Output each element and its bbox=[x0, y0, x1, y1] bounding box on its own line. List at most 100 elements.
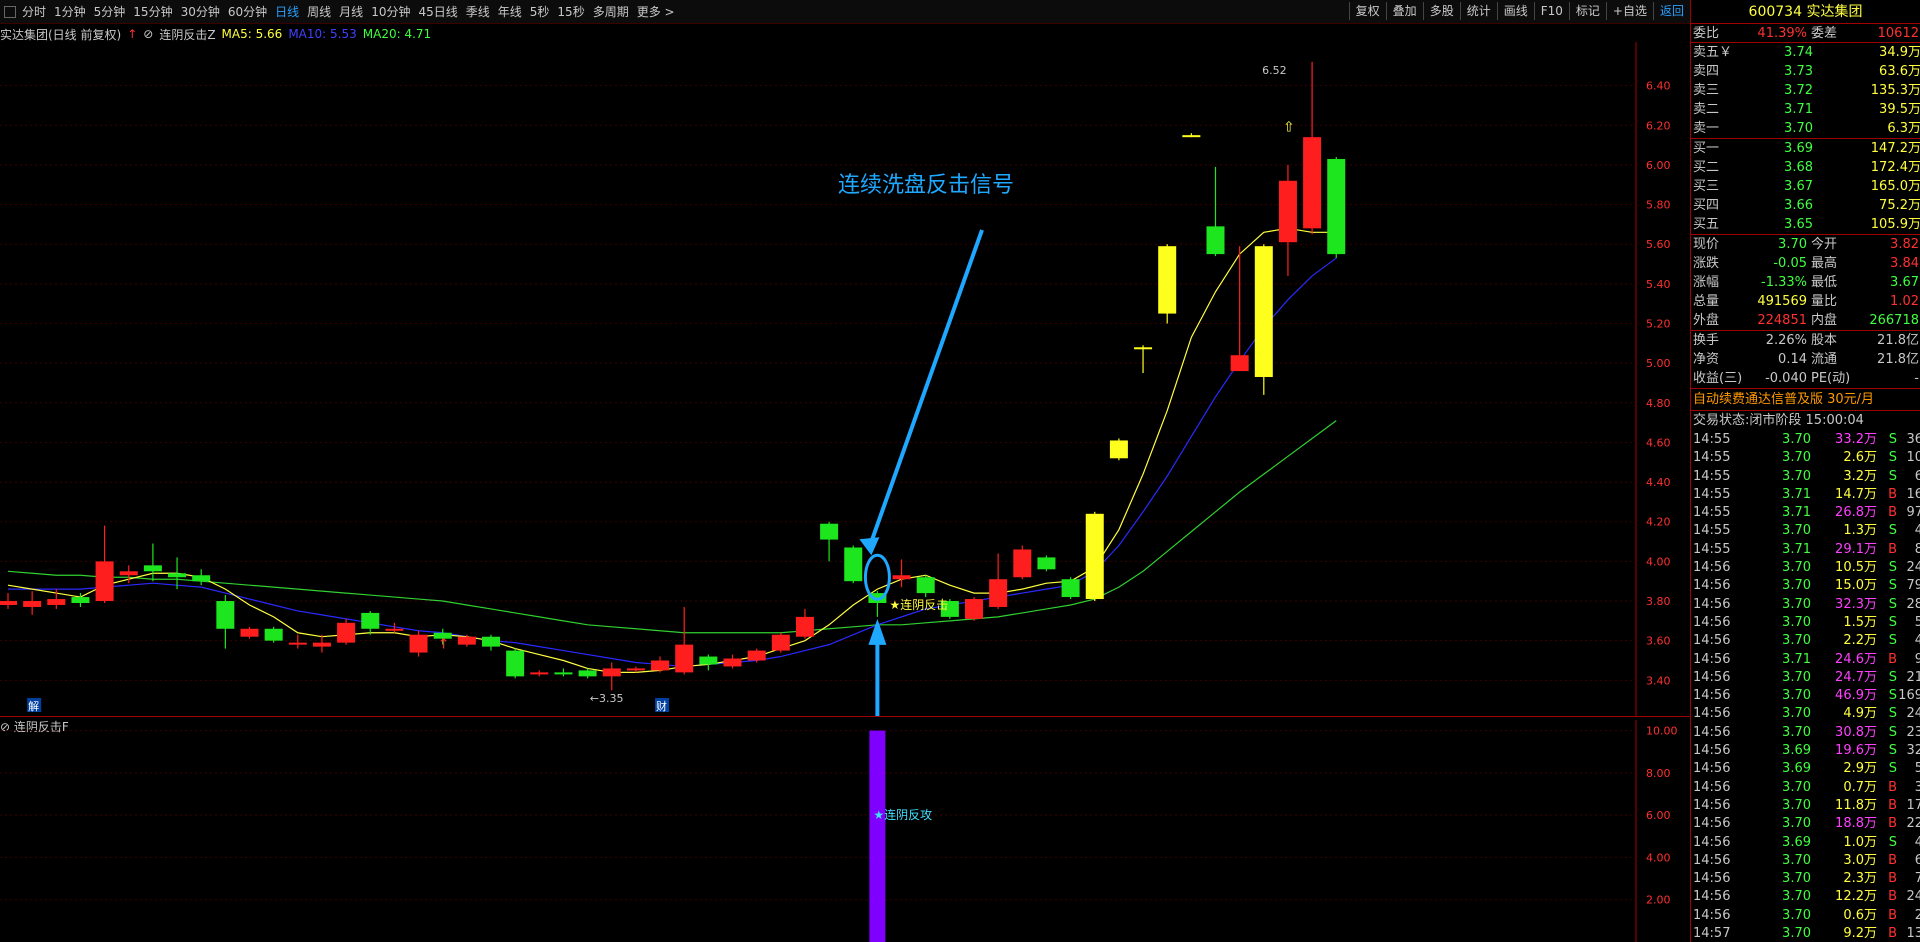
ask-row[interactable]: 卖一 3.70 6.3万 bbox=[1691, 119, 1920, 138]
tick-row[interactable]: 14:56 3.70 2.3万 B7 bbox=[1691, 870, 1920, 888]
tick-row[interactable]: 14:56 3.70 11.8万 B 17 bbox=[1691, 797, 1920, 815]
tick-volume: 2.3万 bbox=[1843, 871, 1877, 887]
quote-label: 最高 bbox=[1811, 256, 1838, 271]
tick-list[interactable]: 14:553.7033.2万S3614:553.702.6万S1014:553.… bbox=[1691, 431, 1920, 942]
tick-time: 14:56 bbox=[1693, 834, 1731, 850]
ask-volume: 135.3万 bbox=[1870, 83, 1920, 98]
timeframe-tab[interactable]: 日线 bbox=[271, 4, 303, 20]
toolbar-button[interactable]: 画线 bbox=[1496, 2, 1534, 20]
event-mark-label[interactable]: 解 bbox=[28, 699, 39, 713]
tick-row[interactable]: 14:56 3.70 24.7万 S 21 bbox=[1691, 669, 1920, 687]
timeframe-tab[interactable]: 45日线 bbox=[414, 4, 461, 20]
tick-row[interactable]: 14:55 3.71 26.8万 B 97 bbox=[1691, 504, 1920, 522]
tick-price: 3.70 bbox=[1782, 578, 1811, 594]
timeframe-tab[interactable]: 5秒 bbox=[526, 4, 554, 20]
tick-row[interactable]: 14:56 3.70 4.9万 S 24 bbox=[1691, 705, 1920, 723]
timeframe-tab[interactable]: 1分钟 bbox=[50, 4, 90, 20]
indicator-chart[interactable]: 10.00 8.00 6.00 4.00 2.00 ★连阴反攻 bbox=[0, 720, 1690, 942]
candlestick bbox=[1061, 577, 1080, 600]
promo-banner[interactable]: 自动续费通达信普及版 30元/月 bbox=[1691, 389, 1920, 411]
tick-row[interactable]: 14:56 3.70 12.2万 B 24 bbox=[1691, 888, 1920, 906]
quote-value: 1.02 bbox=[1890, 294, 1919, 309]
tick-row[interactable]: 14:56 3.70 32.3万 S 28 bbox=[1691, 596, 1920, 614]
tick-row[interactable]: 14:55 3.70 33.2万 S 36 bbox=[1691, 431, 1920, 449]
toolbar-button[interactable]: +自选 bbox=[1605, 2, 1653, 20]
ask-row[interactable]: 卖三 3.72 135.3万 bbox=[1691, 81, 1920, 100]
tick-row[interactable]: 14:55 3.70 3.2万 S6 bbox=[1691, 468, 1920, 486]
tick-row[interactable]: 14:56 3.70 18.8万 B 22 bbox=[1691, 815, 1920, 833]
tick-row[interactable]: 14:56 3.69 2.9万 S5 bbox=[1691, 760, 1920, 778]
tick-side: B bbox=[1888, 779, 1897, 795]
bid-row[interactable]: 买三 3.67 165.0万 bbox=[1691, 177, 1920, 196]
timeframe-tab[interactable]: 季线 bbox=[462, 4, 494, 20]
tick-volume: 2.6万 bbox=[1843, 450, 1877, 466]
menu-icon[interactable] bbox=[4, 6, 16, 18]
bid-row[interactable]: 买二 3.68 172.4万 bbox=[1691, 158, 1920, 177]
tick-row[interactable]: 14:55 3.71 29.1万 B8 bbox=[1691, 541, 1920, 559]
period-toolbar: 分时 1分钟 5分钟 15分钟 30分钟 60分钟 日线 周线 月线 10分钟 45日线 季线 年线 5秒… bbox=[0, 0, 1690, 24]
tick-row[interactable]: 14:56 3.70 0.7万 B3 bbox=[1691, 779, 1920, 797]
chart-header: 实达集团(日线 前复权) ↑ ⊘ 连阴反击Z MA5: 5.66 MA10: 5… bbox=[0, 26, 431, 42]
tick-time: 14:56 bbox=[1693, 889, 1731, 905]
candlestick bbox=[192, 569, 211, 586]
tick-row[interactable]: 14:56 3.70 46.9万 S169 bbox=[1691, 687, 1920, 705]
timeframe-tab[interactable]: 周线 bbox=[303, 4, 335, 20]
ask-row[interactable]: 卖二 3.71 39.5万 bbox=[1691, 100, 1920, 119]
timeframe-tab[interactable]: 年线 bbox=[494, 4, 526, 20]
y-tick-label: 4.40 bbox=[1646, 476, 1671, 489]
timeframe-tab[interactable]: 更多 > bbox=[633, 4, 679, 20]
candle-body bbox=[385, 628, 404, 631]
tick-side: S bbox=[1888, 669, 1897, 685]
tick-row[interactable]: 14:56 3.70 1.5万 S5 bbox=[1691, 614, 1920, 632]
tick-row[interactable]: 14:55 3.70 2.6万 S 10 bbox=[1691, 449, 1920, 467]
toolbar-button[interactable]: F10 bbox=[1533, 2, 1569, 20]
timeframe-tab[interactable]: 5分钟 bbox=[90, 4, 130, 20]
tick-row[interactable]: 14:56 3.71 24.6万 B9 bbox=[1691, 651, 1920, 669]
timeframe-tab[interactable]: 30分钟 bbox=[177, 4, 224, 20]
tick-row[interactable]: 14:56 3.70 3.0万 B6 bbox=[1691, 852, 1920, 870]
bid-row[interactable]: 买四 3.66 75.2万 bbox=[1691, 196, 1920, 215]
tick-row[interactable]: 14:56 3.70 15.0万 S 79 bbox=[1691, 577, 1920, 595]
toolbar-button[interactable]: 标记 bbox=[1568, 2, 1606, 20]
toolbar-right-buttons: 复权 叠加 多股 统计 画线 F10 标记 +自选 返回 bbox=[1348, 2, 1690, 20]
toolbar-button[interactable]: 复权 bbox=[1348, 2, 1386, 20]
tick-row[interactable]: 14:56 3.69 19.6万 S 32 bbox=[1691, 742, 1920, 760]
tick-row[interactable]: 14:56 3.70 2.2万 S4 bbox=[1691, 632, 1920, 650]
bid-row[interactable]: 买一 3.69 147.2万 bbox=[1691, 139, 1920, 158]
tick-volume: 14.7万 bbox=[1835, 486, 1877, 502]
tick-row[interactable]: 14:55 3.70 1.3万 S4 bbox=[1691, 522, 1920, 540]
tick-row[interactable]: 14:56 3.70 0.6万 B2 bbox=[1691, 907, 1920, 925]
tick-row[interactable]: 14:56 3.69 1.0万 S4 bbox=[1691, 834, 1920, 852]
ask-row[interactable]: 卖五￥ 3.74 34.9万 bbox=[1691, 43, 1920, 62]
timeframe-tab[interactable]: 10分钟 bbox=[367, 4, 414, 20]
timeframe-tab[interactable]: 60分钟 bbox=[224, 4, 271, 20]
candle-body bbox=[795, 616, 814, 637]
timeframe-tab[interactable]: 多周期 bbox=[589, 4, 633, 20]
timeframe-tab[interactable]: 15分钟 bbox=[129, 4, 176, 20]
tick-row[interactable]: 14:56 3.70 30.8万 S 23 bbox=[1691, 724, 1920, 742]
quote-value: - bbox=[1914, 371, 1919, 386]
toolbar-button[interactable]: 统计 bbox=[1459, 2, 1497, 20]
timeframe-tab[interactable]: 分时 bbox=[18, 4, 50, 20]
collapse-icon[interactable]: ⊘ bbox=[143, 27, 153, 41]
timeframe-tab[interactable]: 15秒 bbox=[553, 4, 588, 20]
tick-row[interactable]: 14:55 3.71 14.7万 B 16 bbox=[1691, 486, 1920, 504]
toolbar-button[interactable]: 多股 bbox=[1422, 2, 1460, 20]
toolbar-button[interactable]: 返回 bbox=[1652, 2, 1690, 20]
tick-row[interactable]: 14:57 3.70 9.2万 B 13 bbox=[1691, 925, 1920, 942]
toolbar-button[interactable]: 叠加 bbox=[1385, 2, 1423, 20]
quote-label: 流通 bbox=[1811, 352, 1838, 367]
candlestick bbox=[240, 626, 259, 639]
candle-body bbox=[747, 650, 766, 661]
tick-volume: 4.9万 bbox=[1843, 706, 1877, 722]
bid-volume: 172.4万 bbox=[1870, 160, 1920, 175]
event-mark-label[interactable]: 财 bbox=[656, 699, 667, 713]
tick-price: 3.70 bbox=[1782, 706, 1811, 722]
timeframe-tab[interactable]: 月线 bbox=[335, 4, 367, 20]
ask-row[interactable]: 卖四 3.73 63.6万 bbox=[1691, 62, 1920, 81]
candlestick bbox=[1085, 511, 1104, 602]
bid-row[interactable]: 买五 3.65 105.9万 bbox=[1691, 215, 1920, 234]
quote-label: 最低 bbox=[1811, 275, 1838, 290]
tick-row[interactable]: 14:56 3.70 10.5万 S 24 bbox=[1691, 559, 1920, 577]
price-chart[interactable]: 6.40 6.20 6.00 5.80 5.60 5.40 5.20 5.00 4.80 4.60… bbox=[0, 42, 1690, 716]
